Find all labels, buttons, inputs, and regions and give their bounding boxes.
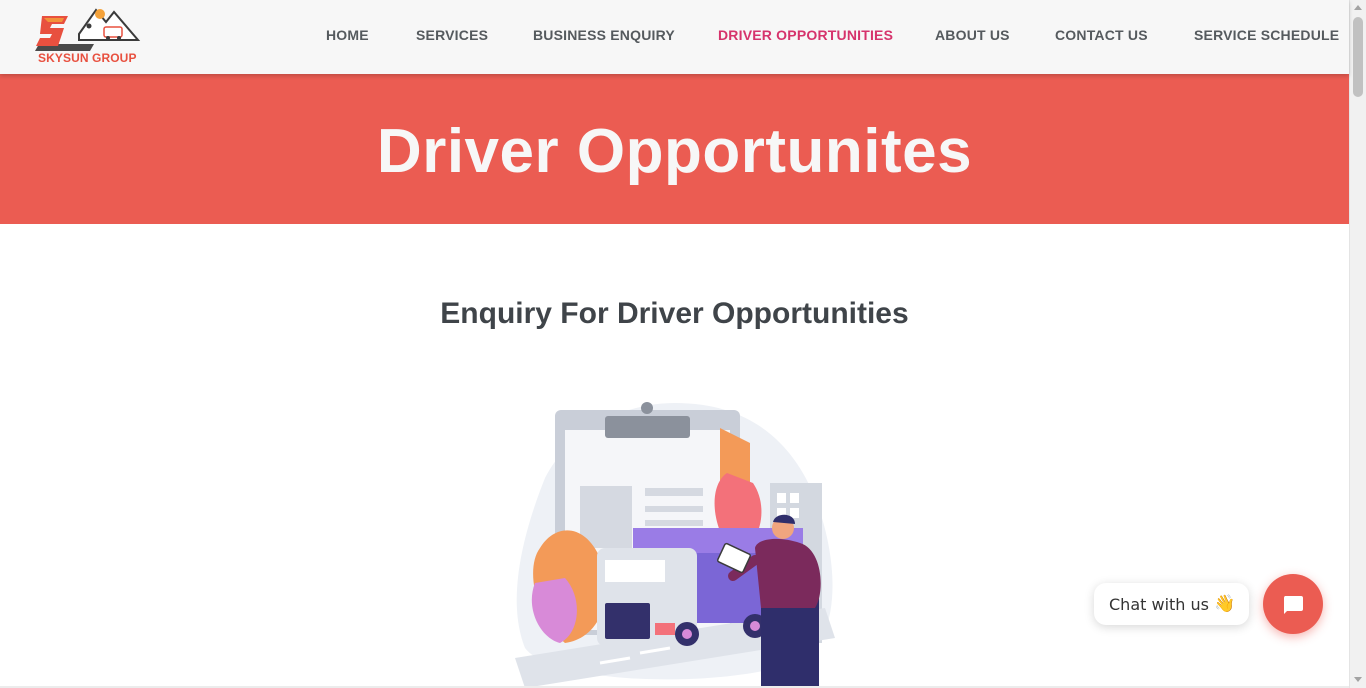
nav-business-enquiry[interactable]: BUSINESS ENQUIRY (533, 27, 675, 43)
driver-illustration (505, 398, 845, 688)
chat-label: Chat with us (1109, 594, 1209, 614)
chat-icon (1283, 596, 1303, 614)
scroll-thumb[interactable] (1353, 17, 1363, 97)
scroll-up-icon[interactable] (1354, 5, 1362, 10)
nav-about-us[interactable]: ABOUT US (935, 27, 1010, 43)
chat-button[interactable] (1263, 574, 1323, 634)
waving-hand-icon: 👋 (1213, 594, 1236, 613)
vertical-scrollbar[interactable] (1349, 0, 1366, 688)
page: SKYSUN GROUP HOME SERVICES BUSINESS ENQU… (0, 0, 1366, 688)
nav-driver-opportunities[interactable]: DRIVER OPPORTUNITIES (718, 27, 893, 43)
page-title: Driver Opportunites (376, 117, 973, 186)
nav-home[interactable]: HOME (326, 27, 369, 43)
section-title: Enquiry For Driver Opportunities (440, 297, 909, 330)
chat-bubble[interactable]: Chat with us 👋 (1094, 583, 1249, 625)
site-header: SKYSUN GROUP HOME SERVICES BUSINESS ENQU… (0, 0, 1349, 74)
page-banner: Driver Opportunites (0, 74, 1349, 224)
nav-contact-us[interactable]: CONTACT US (1055, 27, 1148, 43)
nav-service-schedule[interactable]: SERVICE SCHEDULE (1194, 27, 1339, 43)
main-nav: HOME SERVICES BUSINESS ENQUIRY DRIVER OP… (0, 0, 1349, 70)
nav-services[interactable]: SERVICES (416, 27, 488, 43)
truck-driver-illustration (515, 402, 835, 688)
scroll-down-icon[interactable] (1354, 677, 1362, 682)
